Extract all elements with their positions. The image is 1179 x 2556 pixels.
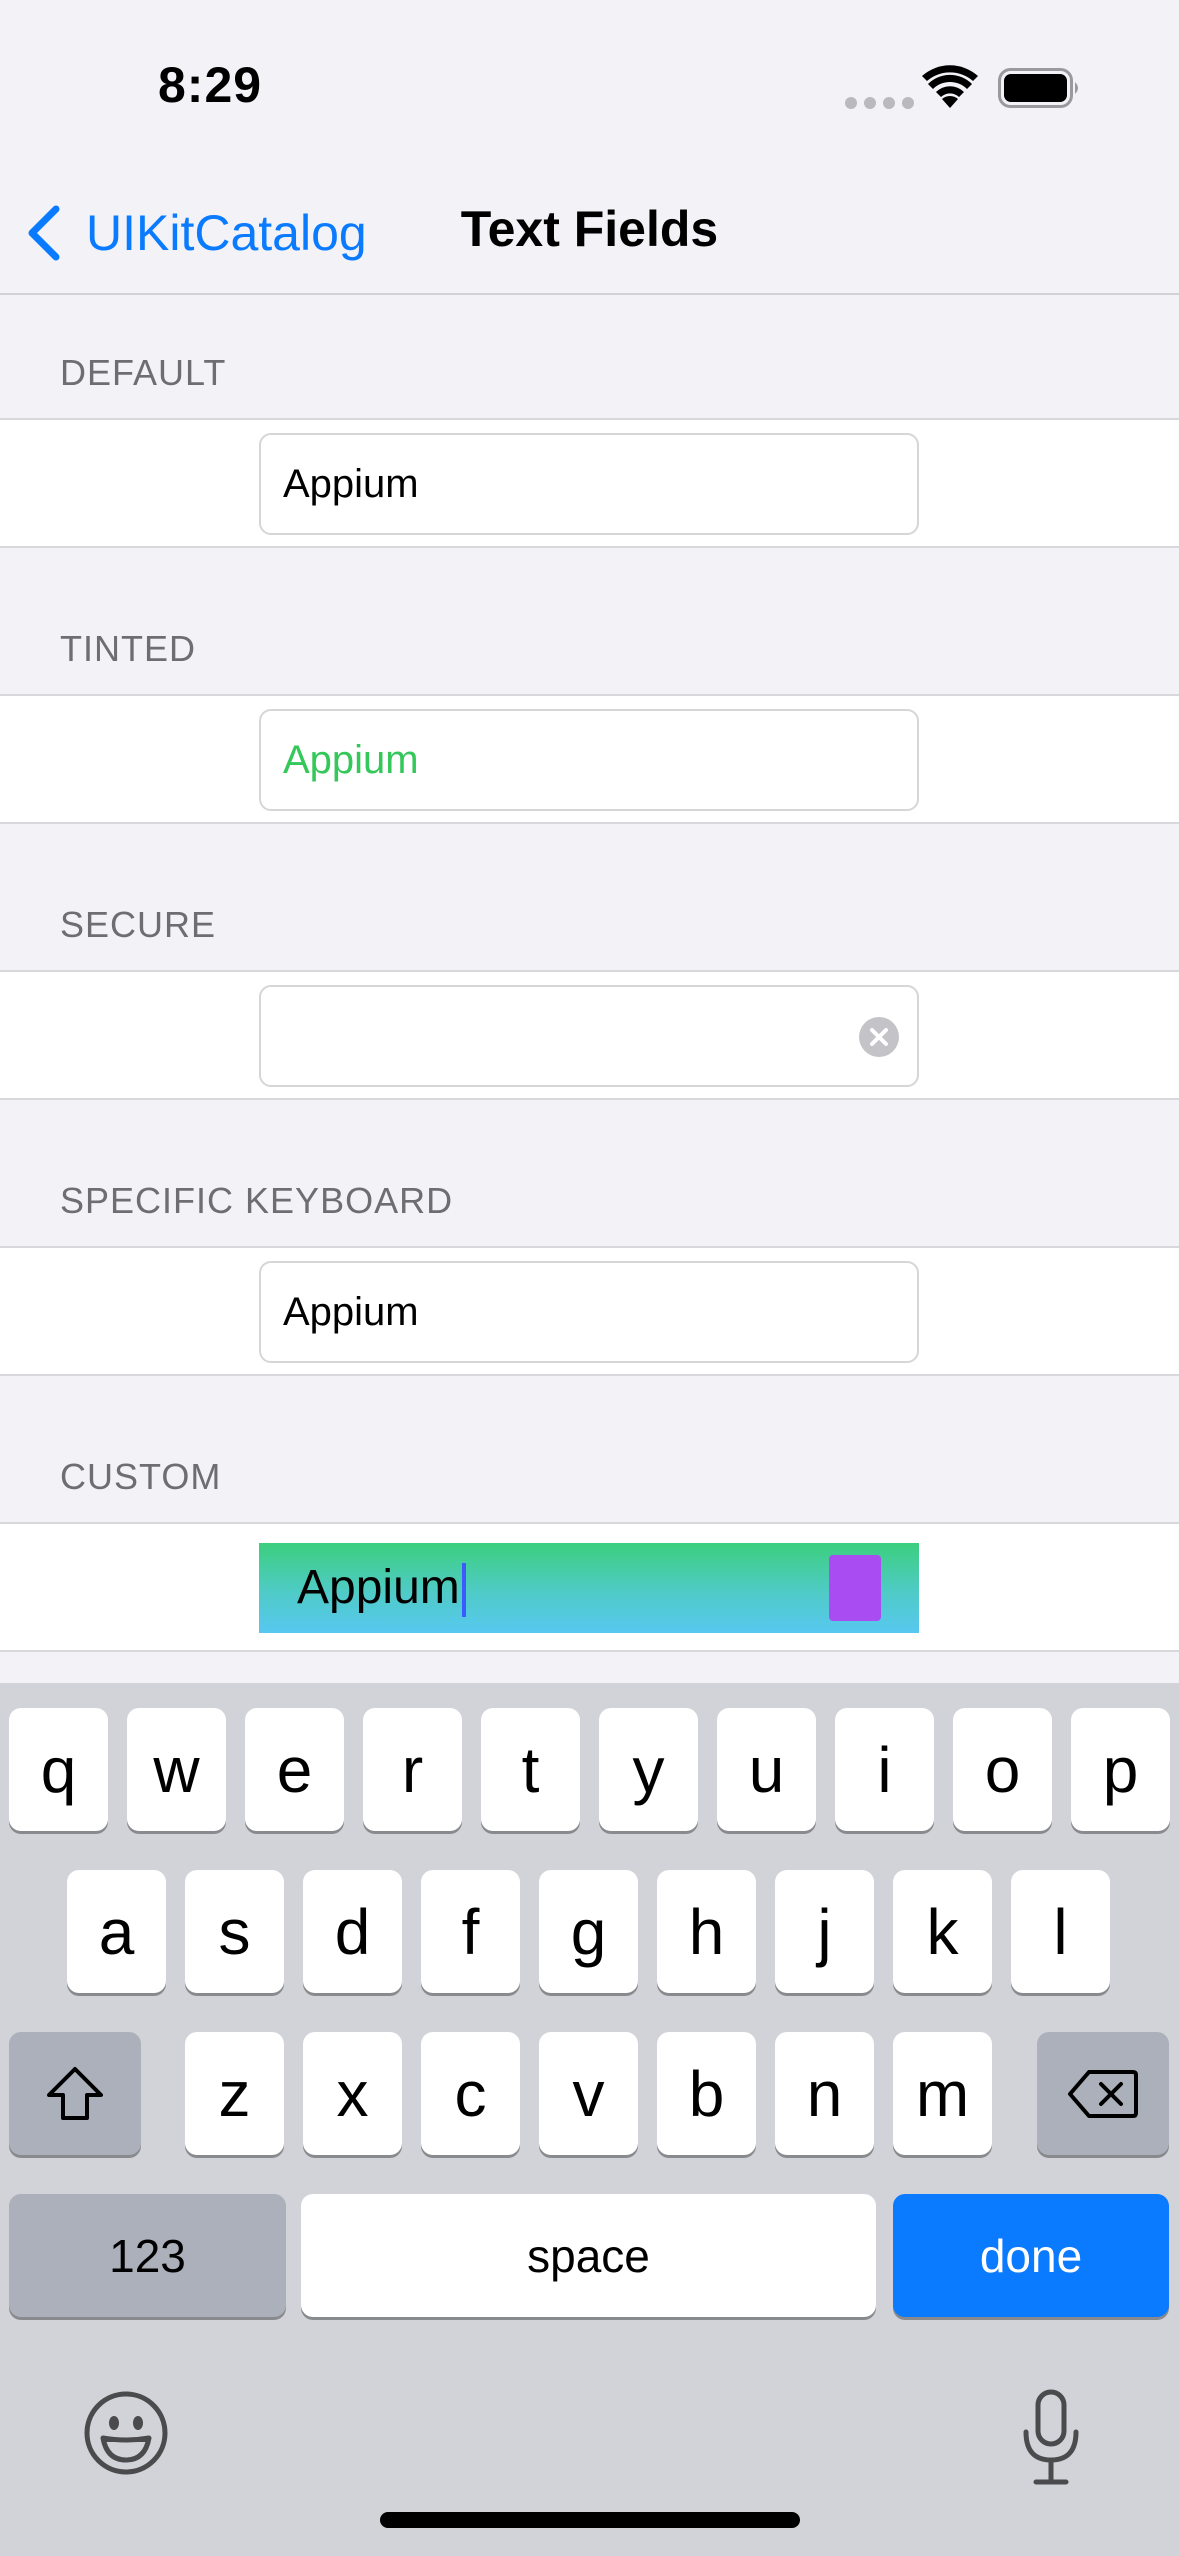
key-w[interactable]: w — [127, 1708, 226, 1831]
custom-text-field[interactable]: Appium — [259, 1543, 919, 1633]
secure-text-field[interactable] — [259, 985, 919, 1087]
text-caret — [461, 1563, 466, 1618]
section-row-default: Appium — [0, 418, 1179, 548]
key-k[interactable]: k — [893, 1870, 992, 1993]
section-header-custom: CUSTOM — [60, 1456, 222, 1497]
section-row-tinted: Appium — [0, 694, 1179, 824]
section-row-custom: Appium — [0, 1522, 1179, 1652]
key-r[interactable]: r — [363, 1708, 462, 1831]
key-i[interactable]: i — [835, 1708, 934, 1831]
custom-text-field-content: Appium — [297, 1543, 466, 1633]
chevron-left-icon — [28, 205, 60, 261]
key-s[interactable]: s — [185, 1870, 284, 1993]
backspace-key[interactable] — [1037, 2032, 1169, 2155]
status-bar: 8:29 — [0, 0, 1179, 170]
key-a[interactable]: a — [67, 1870, 166, 1993]
section-header-tinted: TINTED — [60, 628, 196, 669]
keyboard: q w e r t y u i o p a s d f g h j k l z … — [0, 1683, 1179, 2556]
key-b[interactable]: b — [657, 2032, 756, 2155]
key-c[interactable]: c — [421, 2032, 520, 2155]
key-n[interactable]: n — [775, 2032, 874, 2155]
key-m[interactable]: m — [893, 2032, 992, 2155]
shift-icon — [47, 2066, 103, 2120]
done-key[interactable]: done — [893, 2194, 1169, 2317]
cellular-signal-icon — [845, 97, 914, 109]
key-e[interactable]: e — [245, 1708, 344, 1831]
microphone-icon[interactable] — [1016, 2388, 1086, 2488]
home-indicator[interactable] — [380, 2512, 800, 2528]
key-h[interactable]: h — [657, 1870, 756, 1993]
section-header-specific-keyboard: SPECIFIC KEYBOARD — [60, 1180, 454, 1221]
tinted-text-field-value: Appium — [283, 738, 419, 782]
key-p[interactable]: p — [1071, 1708, 1170, 1831]
key-z[interactable]: z — [185, 2032, 284, 2155]
numbers-key[interactable]: 123 — [9, 2194, 286, 2317]
key-x[interactable]: x — [303, 2032, 402, 2155]
battery-icon — [998, 68, 1078, 108]
key-v[interactable]: v — [539, 2032, 638, 2155]
default-text-field[interactable]: Appium — [259, 433, 919, 535]
status-time: 8:29 — [158, 57, 263, 113]
section-header-default: DEFAULT — [60, 352, 227, 393]
key-u[interactable]: u — [717, 1708, 816, 1831]
specific-keyboard-text-field[interactable]: Appium — [259, 1261, 919, 1363]
wifi-icon — [922, 65, 978, 108]
specific-keyboard-text-field-value: Appium — [283, 1290, 419, 1334]
back-button-label: UIKitCatalog — [86, 205, 367, 261]
emoji-icon[interactable] — [83, 2390, 169, 2476]
shift-key[interactable] — [9, 2032, 141, 2155]
section-header-secure: SECURE — [60, 904, 217, 945]
key-j[interactable]: j — [775, 1870, 874, 1993]
backspace-icon — [1068, 2069, 1138, 2118]
section-row-secure — [0, 970, 1179, 1100]
section-row-specific-keyboard: Appium — [0, 1246, 1179, 1376]
key-o[interactable]: o — [953, 1708, 1052, 1831]
key-d[interactable]: d — [303, 1870, 402, 1993]
key-l[interactable]: l — [1011, 1870, 1110, 1993]
key-q[interactable]: q — [9, 1708, 108, 1831]
clear-text-icon[interactable] — [859, 1017, 899, 1057]
key-g[interactable]: g — [539, 1870, 638, 1993]
key-f[interactable]: f — [421, 1870, 520, 1993]
key-y[interactable]: y — [599, 1708, 698, 1831]
tinted-text-field[interactable]: Appium — [259, 709, 919, 811]
default-text-field-value: Appium — [283, 462, 419, 506]
space-key[interactable]: space — [301, 2194, 876, 2317]
key-t[interactable]: t — [481, 1708, 580, 1831]
custom-text-field-value: Appium — [297, 1561, 460, 1614]
navigation-bar: Text Fields UIKitCatalog — [0, 170, 1179, 295]
back-button[interactable]: UIKitCatalog — [22, 198, 367, 268]
custom-field-right-button[interactable] — [829, 1555, 881, 1621]
